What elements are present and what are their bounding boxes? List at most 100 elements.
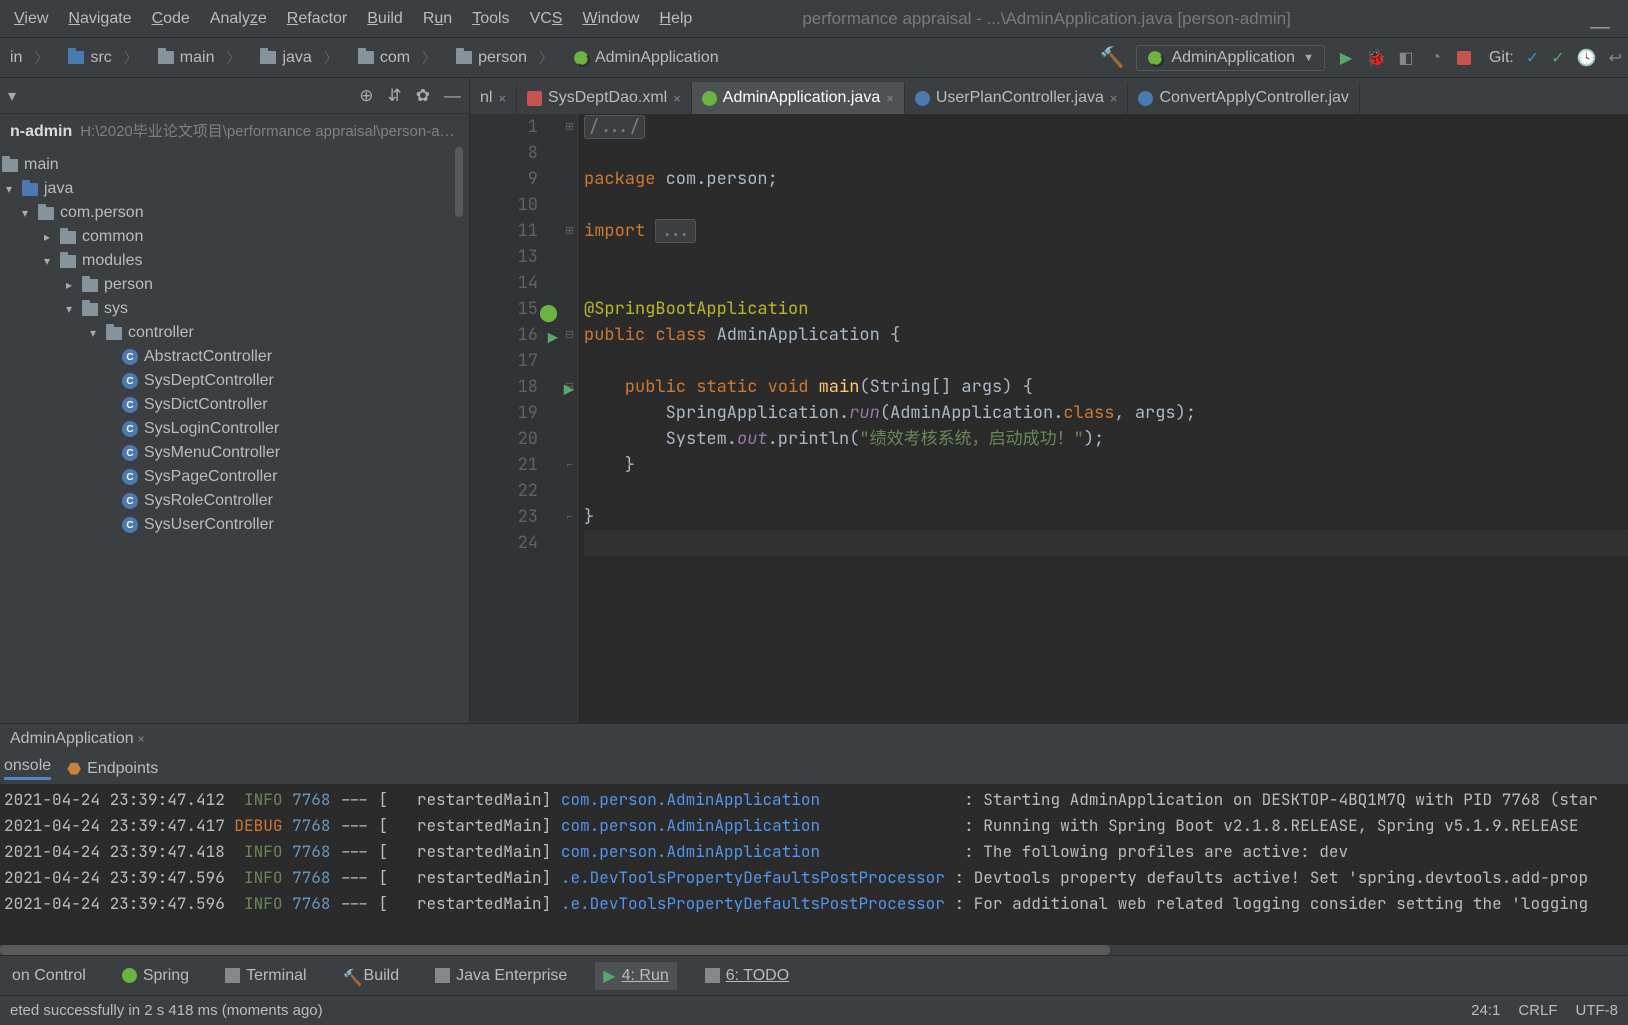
console-line: 2021-04-24 23:39:47.596 INFO 7768 --- [ … <box>4 865 1624 891</box>
run-config-selector[interactable]: AdminApplication ▼ <box>1136 45 1325 71</box>
update-project-icon[interactable]: ✓ <box>1526 48 1539 68</box>
spring-gutter-icon[interactable]: ⬤ <box>539 300 558 326</box>
tool-tab-spring[interactable]: Spring <box>114 963 197 989</box>
tree-node-main[interactable]: main <box>0 153 469 177</box>
editor-tab[interactable]: nl× <box>470 82 517 114</box>
close-icon[interactable]: × <box>498 91 506 106</box>
package-icon <box>82 303 98 316</box>
status-message: eted successfully in 2 s 418 ms (moments… <box>10 1002 323 1019</box>
menu-window[interactable]: Window <box>572 10 649 28</box>
tree-node-common[interactable]: ▸common <box>0 225 469 249</box>
debug-icon[interactable]: 🐞 <box>1367 49 1385 67</box>
menu-vcs[interactable]: VCS <box>520 10 573 28</box>
editor-tab-active[interactable]: AdminApplication.java× <box>692 82 905 114</box>
commit-icon[interactable]: ✓ <box>1551 48 1564 68</box>
minimize-icon[interactable]: — <box>1590 16 1610 39</box>
hide-icon[interactable]: — <box>444 86 461 106</box>
tool-tab-terminal[interactable]: Terminal <box>217 963 314 989</box>
tree-node-class[interactable]: CSysPageController <box>0 465 469 489</box>
tree-node-class[interactable]: CSysLoginController <box>0 417 469 441</box>
menu-build[interactable]: Build <box>357 10 413 28</box>
console-scrollbar[interactable] <box>0 945 1628 955</box>
close-icon[interactable]: × <box>673 91 681 106</box>
tool-tab-version-control[interactable]: on Control <box>4 963 94 989</box>
breadcrumb-item[interactable]: com〉 <box>348 48 446 68</box>
tree-node-class[interactable]: CSysDeptController <box>0 369 469 393</box>
file-encoding[interactable]: UTF-8 <box>1576 1002 1619 1019</box>
tool-tab-java-enterprise[interactable]: Java Enterprise <box>427 963 575 989</box>
caret-position[interactable]: 24:1 <box>1471 1002 1500 1019</box>
class-icon: C <box>122 397 138 413</box>
tree-node-sys[interactable]: ▾sys <box>0 297 469 321</box>
tool-tab-todo[interactable]: 6: TODO <box>697 963 797 989</box>
run-gutter-icon[interactable]: ▶ <box>564 378 574 404</box>
menu-analyze[interactable]: Analyze <box>200 10 277 28</box>
breadcrumb-item[interactable]: main〉 <box>148 48 251 68</box>
spring-icon <box>702 91 717 106</box>
xml-icon <box>527 91 542 106</box>
profiler-icon[interactable]: ◔ <box>1427 49 1445 67</box>
tree-node-class[interactable]: CAbstractController <box>0 345 469 369</box>
coverage-icon[interactable]: ◧ <box>1397 49 1415 67</box>
breadcrumb-item[interactable]: src〉 <box>58 48 147 68</box>
class-icon: C <box>122 421 138 437</box>
locate-icon[interactable]: ⊕ <box>359 86 373 106</box>
close-icon[interactable]: × <box>138 732 145 746</box>
menu-code[interactable]: Code <box>142 10 200 28</box>
build-icon: 🔨 <box>343 968 358 983</box>
menu-view[interactable]: VViewiew <box>4 10 58 28</box>
stop-icon[interactable] <box>1457 51 1471 65</box>
endpoints-tab[interactable]: ⬣Endpoints <box>67 759 158 779</box>
tree-node-modules[interactable]: ▾modules <box>0 249 469 273</box>
enterprise-icon <box>435 968 450 983</box>
breadcrumb-item[interactable]: java〉 <box>250 48 347 68</box>
run-gutter-icon[interactable]: ▶ <box>548 326 558 352</box>
tool-tab-run[interactable]: ▶4: Run <box>595 962 676 990</box>
project-root[interactable]: n-admin H:\2020毕业论文项目\performance apprai… <box>0 114 469 147</box>
run-icon[interactable]: ▶ <box>1337 49 1355 67</box>
package-icon <box>38 207 54 220</box>
menu-run[interactable]: Run <box>413 10 462 28</box>
tree-node-class[interactable]: CSysRoleController <box>0 489 469 513</box>
editor: nl× SysDeptDao.xml× AdminApplication.jav… <box>470 78 1628 723</box>
tree-node-class[interactable]: CSysUserController <box>0 513 469 537</box>
editor-tab[interactable]: SysDeptDao.xml× <box>517 82 692 114</box>
tool-tab-build[interactable]: 🔨Build <box>335 963 408 989</box>
class-icon: C <box>122 493 138 509</box>
menu-help[interactable]: Help <box>649 10 702 28</box>
tree-node-class[interactable]: CSysDictController <box>0 393 469 417</box>
class-icon <box>1138 91 1153 106</box>
chevron-down-icon[interactable]: ▾ <box>8 86 16 106</box>
tree-node-person[interactable]: ▸person <box>0 273 469 297</box>
folder-icon <box>2 159 18 172</box>
breadcrumb-item[interactable]: person〉 <box>446 48 563 68</box>
scrollbar[interactable] <box>455 147 463 217</box>
build-icon[interactable]: 🔨 <box>1100 45 1125 70</box>
tree-node-controller[interactable]: ▾controller <box>0 321 469 345</box>
menu-refactor[interactable]: Refactor <box>277 10 357 28</box>
run-config-label: AdminApplication <box>1171 49 1295 67</box>
close-icon[interactable]: × <box>1110 91 1118 106</box>
close-icon[interactable]: × <box>886 91 894 106</box>
settings-icon[interactable]: ✿ <box>416 86 430 106</box>
run-tab[interactable]: AdminApplication× <box>4 727 151 751</box>
breadcrumb-item[interactable]: in〉 <box>0 48 58 68</box>
console-tab[interactable]: onsole <box>4 757 51 780</box>
line-separator[interactable]: CRLF <box>1518 1002 1557 1019</box>
tree-node-java[interactable]: ▾java <box>0 177 469 201</box>
menu-tools[interactable]: Tools <box>462 10 519 28</box>
tree-node-package[interactable]: ▾com.person <box>0 201 469 225</box>
code-content[interactable]: /.../ package com.person; import ... @Sp… <box>578 114 1628 723</box>
tree-node-class[interactable]: CSysMenuController <box>0 441 469 465</box>
revert-icon[interactable]: ↩ <box>1609 48 1622 68</box>
code-area[interactable]: 1 8 9 10 11 13 14 15⬤ 16▶ 17 18▶ 19 20 2… <box>470 114 1628 723</box>
expand-all-icon[interactable]: ⇵ <box>388 86 402 106</box>
editor-tab[interactable]: UserPlanController.java× <box>905 82 1129 114</box>
console-output[interactable]: 2021-04-24 23:39:47.412 INFO 7768 --- [ … <box>0 785 1628 945</box>
breadcrumb-item[interactable]: AdminApplication <box>563 49 729 67</box>
main-area: ▾ ⊕ ⇵ ✿ — n-admin H:\2020毕业论文项目\performa… <box>0 78 1628 723</box>
chevron-down-icon: ▼ <box>1303 52 1314 64</box>
history-icon[interactable]: 🕓 <box>1577 48 1597 68</box>
editor-tab[interactable]: ConvertApplyController.jav <box>1128 82 1359 114</box>
menu-navigate[interactable]: Navigate <box>58 10 141 28</box>
